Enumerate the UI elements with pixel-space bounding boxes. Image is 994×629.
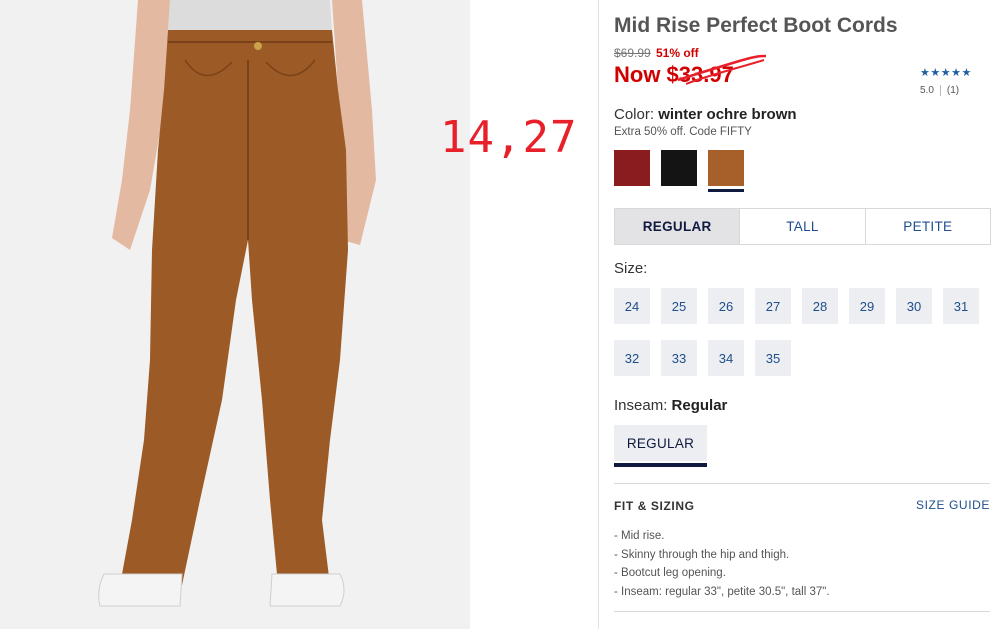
size-option-24[interactable]: 24 [614,288,650,324]
size-option-27[interactable]: 27 [755,288,791,324]
size-option-31[interactable]: 31 [943,288,979,324]
size-option-26[interactable]: 26 [708,288,744,324]
inseam-selected-indicator [614,463,707,467]
list-item: Skinny through the hip and thigh. [614,546,830,565]
panel-divider [598,0,599,629]
product-image[interactable] [0,0,470,629]
size-option-33[interactable]: 33 [661,340,697,376]
rating-score: 5.0 [920,85,934,96]
inseam-option-regular[interactable]: REGULAR [614,425,707,461]
color-label-text: Color: [614,106,655,123]
section-divider-bottom [614,611,990,612]
swatch-black[interactable] [661,150,697,186]
size-option-29[interactable]: 29 [849,288,885,324]
size-option-30[interactable]: 30 [896,288,932,324]
jeans-illustration [98,0,376,607]
size-guide-link[interactable]: SIZE GUIDE [916,498,990,512]
size-option-35[interactable]: 35 [755,340,791,376]
size-option-32[interactable]: 32 [614,340,650,376]
promo-text: Extra 50% off. Code FIFTY [614,126,752,138]
list-item: Bootcut leg opening. [614,564,830,583]
swatch-winter-ochre-brown[interactable] [708,150,744,192]
color-value: winter ochre brown [658,106,797,123]
size-option-25[interactable]: 25 [661,288,697,324]
tab-petite[interactable]: PETITE [864,209,990,244]
size-label: Size: [614,260,648,277]
inseam-value: Regular [671,397,728,414]
price-strike-scribble [677,54,767,85]
rating-separator [939,85,941,96]
tab-regular[interactable]: REGULAR [615,209,740,244]
rating-stars-icon: ★★★★★ [920,67,972,79]
inseam-label: Inseam: Regular [614,397,727,414]
size-option-34[interactable]: 34 [708,340,744,376]
size-option-28[interactable]: 28 [802,288,838,324]
fit-tabs: REGULAR TALL PETITE [614,208,991,245]
product-rating[interactable]: ★★★★★ 5.0 (1) [920,66,972,96]
swatch-burgundy[interactable] [614,150,650,186]
list-item: Inseam: regular 33", petite 30.5", tall … [614,583,830,602]
handwritten-annotation: 14,27 [440,112,578,163]
inseam-label-text: Inseam: [614,397,668,414]
fit-sizing-heading: FIT & SIZING [614,499,695,513]
color-swatches [614,150,744,192]
list-item: Mid rise. [614,527,830,546]
fit-details-list: Mid rise. Skinny through the hip and thi… [614,527,830,601]
color-label: Color: winter ochre brown [614,106,797,123]
original-price: $69.99 [614,46,651,60]
product-title: Mid Rise Perfect Boot Cords [614,14,898,37]
section-divider [614,483,990,484]
tab-tall[interactable]: TALL [739,209,864,244]
review-count[interactable]: (1) [947,85,959,96]
size-grid: 24 25 26 27 28 29 30 31 32 33 34 35 [614,288,994,376]
